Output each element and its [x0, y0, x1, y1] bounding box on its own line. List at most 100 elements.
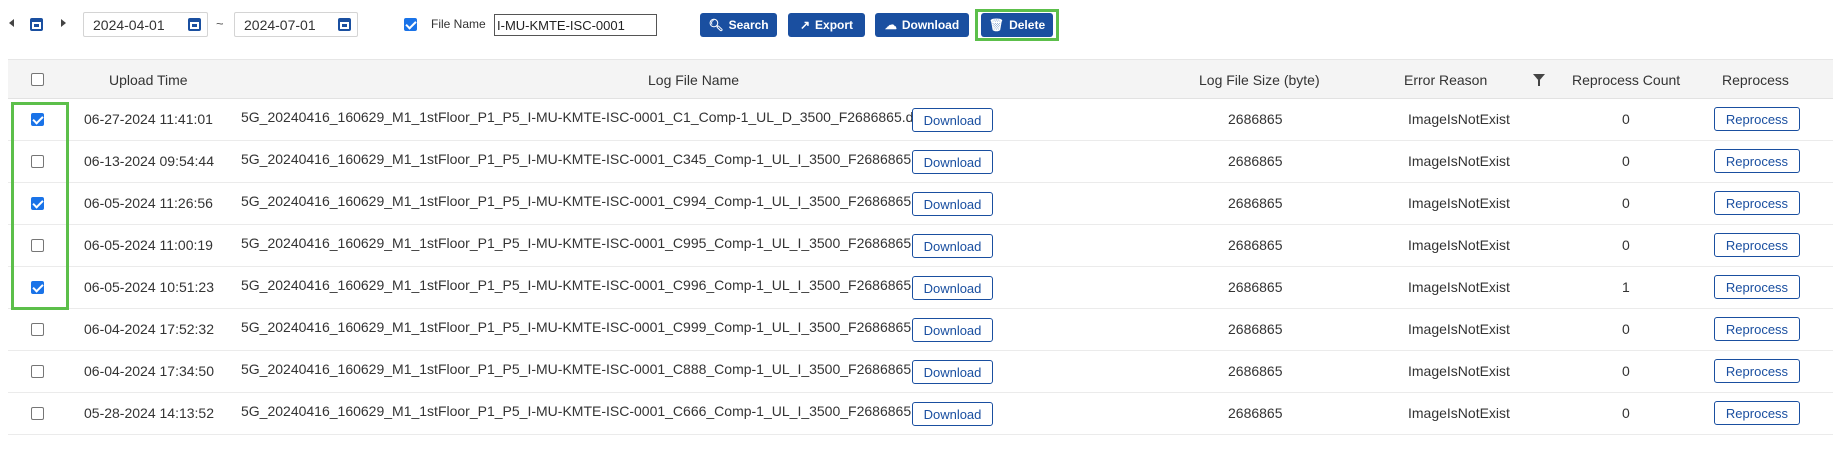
table-row: 06-05-2024 10:51:23 5G_20240416_160629_M1… — [8, 267, 1833, 309]
calendar-icon[interactable] — [188, 18, 201, 31]
file-name-input[interactable] — [494, 14, 657, 36]
row-reprocess-button[interactable]: Reprocess — [1714, 107, 1800, 131]
row-download-label: Download — [923, 196, 982, 212]
upload-time-cell: 05-28-2024 14:13:52 — [84, 405, 214, 421]
calendar-icon[interactable] — [30, 18, 43, 31]
row-download-button[interactable]: Download — [912, 360, 993, 384]
error-reason-cell: ImageIsNotExist — [1408, 279, 1510, 295]
next-arrow-icon[interactable] — [61, 19, 66, 27]
log-file-name-cell: 5G_20240416_160629_M1_1stFloor_P1_P5_I-M… — [241, 403, 935, 419]
date-to-input[interactable]: 2024-07-01 — [234, 12, 358, 37]
row-download-button[interactable]: Download — [912, 150, 993, 174]
reprocess-count-cell: 0 — [1622, 321, 1630, 337]
cloud-download-icon: ☁ — [884, 18, 897, 32]
upload-time-cell: 06-27-2024 11:41:01 — [84, 111, 213, 127]
file-size-cell: 2686865 — [1228, 363, 1283, 379]
table-row: 06-05-2024 11:00:19 5G_20240416_160629_M1… — [8, 225, 1833, 267]
upload-time-cell: 06-05-2024 10:51:23 — [84, 279, 214, 295]
row-download-button[interactable]: Download — [912, 276, 993, 300]
log-file-name-cell: 5G_20240416_160629_M1_1stFloor_P1_P5_I-M… — [241, 151, 935, 167]
row-reprocess-button[interactable]: Reprocess — [1714, 317, 1800, 341]
upload-time-cell: 06-04-2024 17:52:32 — [84, 321, 214, 337]
log-file-name-cell: 5G_20240416_160629_M1_1stFloor_P1_P5_I-M… — [241, 109, 926, 125]
delete-button[interactable]: 🗑︎ Delete — [981, 13, 1053, 37]
table-row: 05-28-2024 14:13:52 5G_20240416_160629_M1… — [8, 393, 1833, 435]
error-reason-cell: ImageIsNotExist — [1408, 405, 1510, 421]
log-file-name-cell: 5G_20240416_160629_M1_1stFloor_P1_P5_I-M… — [241, 193, 935, 209]
row-download-button[interactable]: Download — [912, 108, 993, 132]
file-name-filter-checkbox[interactable] — [404, 18, 417, 31]
row-checkbox[interactable] — [31, 365, 44, 378]
header-reprocess-count[interactable]: Reprocess Count — [1572, 72, 1680, 88]
prev-arrow-icon[interactable] — [9, 19, 14, 27]
export-button-label: Export — [815, 18, 854, 32]
header-log-file-size[interactable]: Log File Size (byte) — [1199, 72, 1320, 88]
download-button[interactable]: ☁ Download — [875, 13, 969, 37]
reprocess-count-cell: 0 — [1622, 405, 1630, 421]
row-reprocess-button[interactable]: Reprocess — [1714, 401, 1800, 425]
row-reprocess-button[interactable]: Reprocess — [1714, 149, 1800, 173]
search-button[interactable]: 🔍︎ Search — [700, 13, 777, 37]
date-to-value: 2024-07-01 — [244, 17, 316, 33]
row-reprocess-label: Reprocess — [1725, 405, 1789, 421]
file-name-label: File Name — [431, 17, 486, 31]
row-download-button[interactable]: Download — [912, 402, 993, 426]
log-file-name-cell: 5G_20240416_160629_M1_1stFloor_P1_P5_I-M… — [241, 277, 935, 293]
row-download-label: Download — [923, 238, 982, 254]
row-reprocess-label: Reprocess — [1725, 321, 1789, 337]
error-reason-cell: ImageIsNotExist — [1408, 111, 1510, 127]
row-reprocess-label: Reprocess — [1725, 111, 1789, 127]
table-row: 06-05-2024 11:26:56 5G_20240416_160629_M1… — [8, 183, 1833, 225]
row-reprocess-button[interactable]: Reprocess — [1714, 359, 1800, 383]
row-reprocess-label: Reprocess — [1725, 363, 1789, 379]
table-header: Upload Time Log File Name Log File Size … — [8, 59, 1833, 99]
table-row: 06-13-2024 09:54:44 5G_20240416_160629_M1… — [8, 141, 1833, 183]
row-reprocess-button[interactable]: Reprocess — [1714, 275, 1800, 299]
log-file-name-cell: 5G_20240416_160629_M1_1stFloor_P1_P5_I-M… — [241, 319, 935, 335]
table-row: 06-04-2024 17:52:32 5G_20240416_160629_M1… — [8, 309, 1833, 351]
row-download-label: Download — [923, 322, 982, 338]
row-reprocess-label: Reprocess — [1725, 237, 1789, 253]
row-checkbox[interactable] — [31, 323, 44, 336]
error-reason-cell: ImageIsNotExist — [1408, 195, 1510, 211]
reprocess-count-cell: 1 — [1622, 279, 1630, 295]
file-size-cell: 2686865 — [1228, 237, 1283, 253]
table-row: 06-27-2024 11:41:01 5G_20240416_160629_M1… — [8, 99, 1833, 141]
row-download-label: Download — [923, 406, 982, 422]
header-upload-time[interactable]: Upload Time — [109, 72, 188, 88]
error-reason-cell: ImageIsNotExist — [1408, 153, 1510, 169]
export-button[interactable]: ↗ Export — [788, 13, 865, 37]
error-reason-cell: ImageIsNotExist — [1408, 363, 1510, 379]
trash-icon: 🗑︎ — [988, 18, 1005, 32]
search-icon: 🔍︎ — [708, 18, 724, 32]
row-reprocess-label: Reprocess — [1725, 153, 1789, 169]
header-reprocess: Reprocess — [1722, 72, 1789, 88]
date-from-input[interactable]: 2024-04-01 — [83, 12, 208, 37]
reprocess-count-cell: 0 — [1622, 363, 1630, 379]
reprocess-count-cell: 0 — [1622, 237, 1630, 253]
row-download-button[interactable]: Download — [912, 192, 993, 216]
delete-button-label: Delete — [1009, 18, 1046, 32]
search-button-label: Search — [728, 18, 769, 32]
upload-time-cell: 06-05-2024 11:26:56 — [84, 195, 213, 211]
row-reprocess-button[interactable]: Reprocess — [1714, 233, 1800, 257]
table-row: 06-04-2024 17:34:50 5G_20240416_160629_M1… — [8, 351, 1833, 393]
row-download-button[interactable]: Download — [912, 318, 993, 342]
row-download-button[interactable]: Download — [912, 234, 993, 258]
error-reason-cell: ImageIsNotExist — [1408, 321, 1510, 337]
row-reprocess-label: Reprocess — [1725, 279, 1789, 295]
file-size-cell: 2686865 — [1228, 153, 1283, 169]
row-checkbox[interactable] — [31, 407, 44, 420]
header-error-reason[interactable]: Error Reason — [1404, 72, 1487, 88]
file-size-cell: 2686865 — [1228, 195, 1283, 211]
row-reprocess-label: Reprocess — [1725, 195, 1789, 211]
calendar-icon[interactable] — [338, 18, 351, 31]
upload-time-cell: 06-13-2024 09:54:44 — [84, 153, 214, 169]
row-reprocess-button[interactable]: Reprocess — [1714, 191, 1800, 215]
row-download-label: Download — [923, 280, 982, 296]
header-log-file-name[interactable]: Log File Name — [648, 72, 739, 88]
file-size-cell: 2686865 — [1228, 321, 1283, 337]
file-size-cell: 2686865 — [1228, 279, 1283, 295]
filter-icon[interactable] — [1533, 74, 1545, 86]
select-all-checkbox[interactable] — [31, 73, 44, 86]
